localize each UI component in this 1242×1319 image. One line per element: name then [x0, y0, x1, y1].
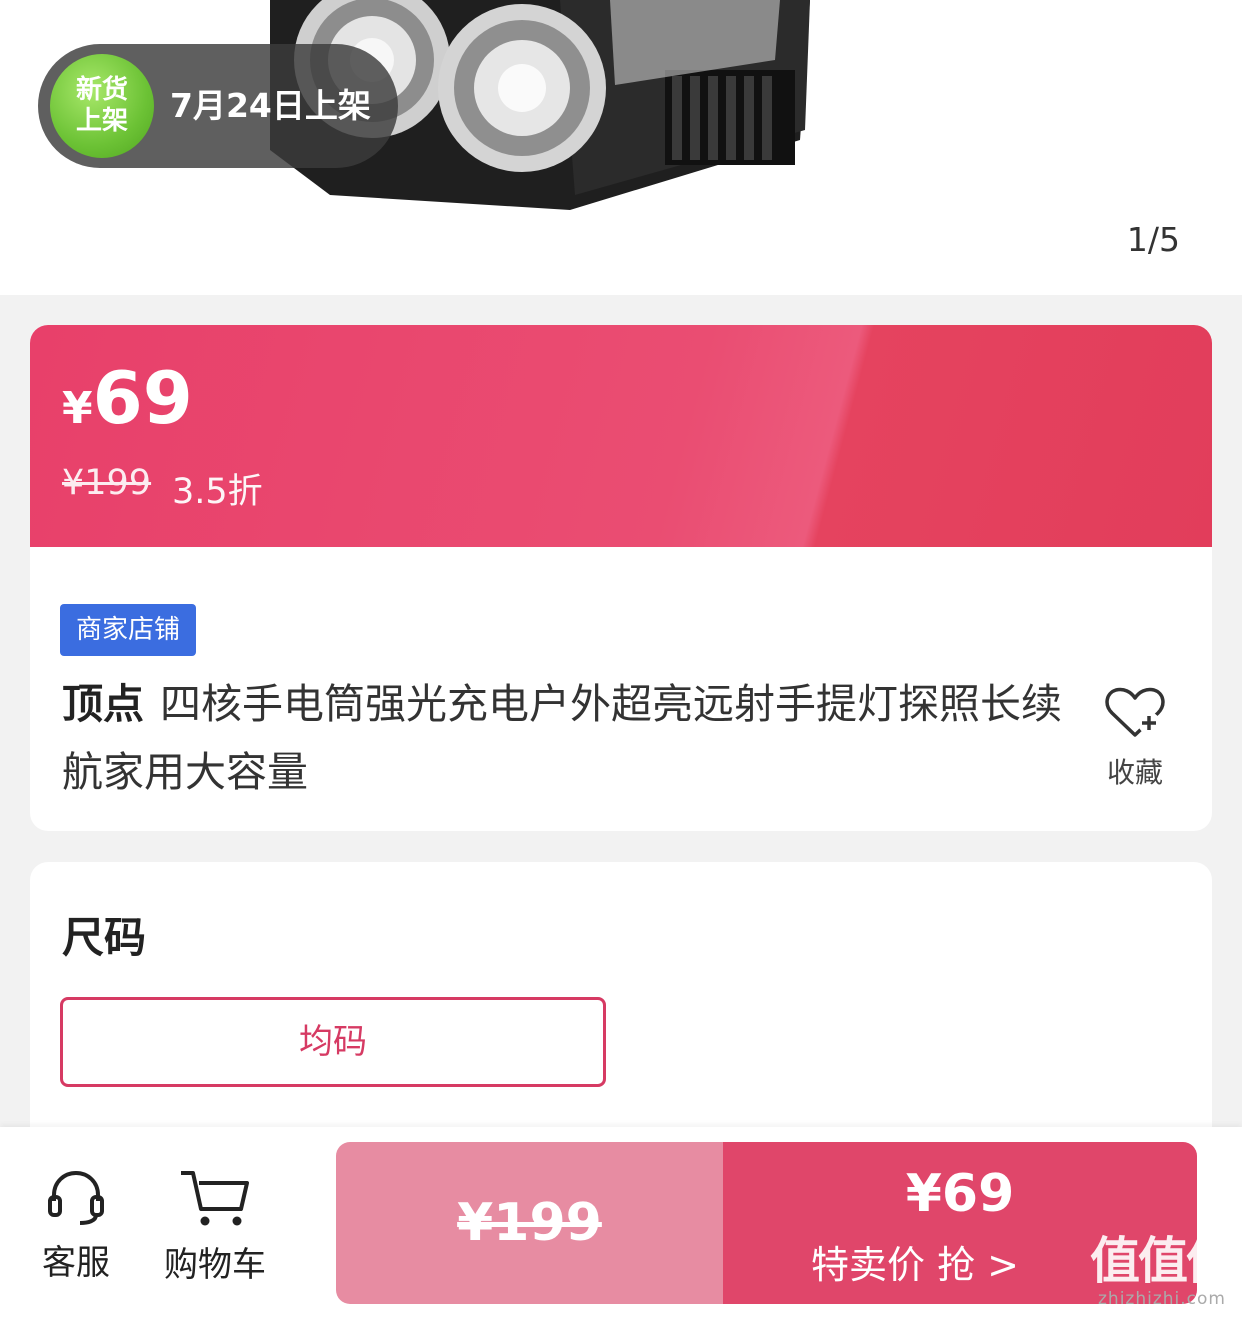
- product-gallery[interactable]: 新货上架 7月24日上架 1/5: [0, 0, 1242, 295]
- size-selector-card: 尺码 均码: [30, 862, 1212, 1162]
- watermark-logo-text: 值值值: [1090, 1232, 1236, 1290]
- price-banner: ¥69 ¥199 3.5折: [30, 325, 1212, 547]
- bottom-action-bar: 客服 购物车 ¥199 ¥69 特卖价 抢 >: [0, 1127, 1242, 1319]
- new-arrival-badge: 新货上架: [50, 54, 154, 158]
- shop-type-tag: 商家店铺: [60, 604, 197, 656]
- price-info-card: ¥69 ¥199 3.5折 商家店铺 顶点 四核手电筒强光充电户外超亮远射手提灯探…: [30, 325, 1212, 831]
- purchase-button-group: ¥199 ¥69 特卖价 抢 >: [336, 1142, 1197, 1304]
- product-title: 顶点 四核手电筒强光充电户外超亮远射手提灯探照长续航家用大容量: [62, 670, 1062, 806]
- shopping-cart-button[interactable]: 购物车: [160, 1167, 270, 1286]
- brand-name: 顶点: [62, 680, 144, 728]
- photo-counter: 1/5: [1126, 220, 1180, 259]
- favorite-button[interactable]: 收藏: [1090, 685, 1180, 795]
- shopping-cart-label: 购物车: [164, 1245, 266, 1285]
- product-title-text: 四核手电筒强光充电户外超亮远射手提灯探照长续航家用大容量: [62, 680, 1062, 796]
- shopping-cart-icon: [181, 1171, 249, 1226]
- new-arrival-pill: 新货上架 7月24日上架: [38, 44, 398, 168]
- customer-service-button[interactable]: 客服: [36, 1167, 116, 1284]
- discount-rate: 3.5折: [172, 472, 263, 512]
- headset-icon: [48, 1170, 104, 1225]
- size-title: 尺码: [62, 913, 147, 962]
- release-date-text: 7月24日上架: [170, 86, 371, 125]
- current-price-value: 69: [92, 356, 193, 440]
- currency-symbol: ¥: [62, 383, 93, 434]
- watermark-url: zhizhizhi.com: [1098, 1289, 1226, 1309]
- favorite-label: 收藏: [1106, 756, 1163, 789]
- site-watermark: 值值值 zhizhizhi.com: [1090, 1232, 1236, 1309]
- heart-plus-icon: [1105, 687, 1165, 737]
- original-price: ¥199: [62, 463, 152, 503]
- current-price: ¥69: [62, 353, 193, 454]
- size-option-one-size[interactable]: 均码: [60, 997, 606, 1087]
- sale-price-label: 特卖价 抢 >: [811, 1243, 1019, 1287]
- sale-price: ¥69: [905, 1164, 1015, 1224]
- new-arrival-badge-text: 新货上架: [75, 75, 128, 136]
- customer-service-label: 客服: [42, 1243, 110, 1283]
- buy-at-original-price-button[interactable]: ¥199: [336, 1142, 723, 1304]
